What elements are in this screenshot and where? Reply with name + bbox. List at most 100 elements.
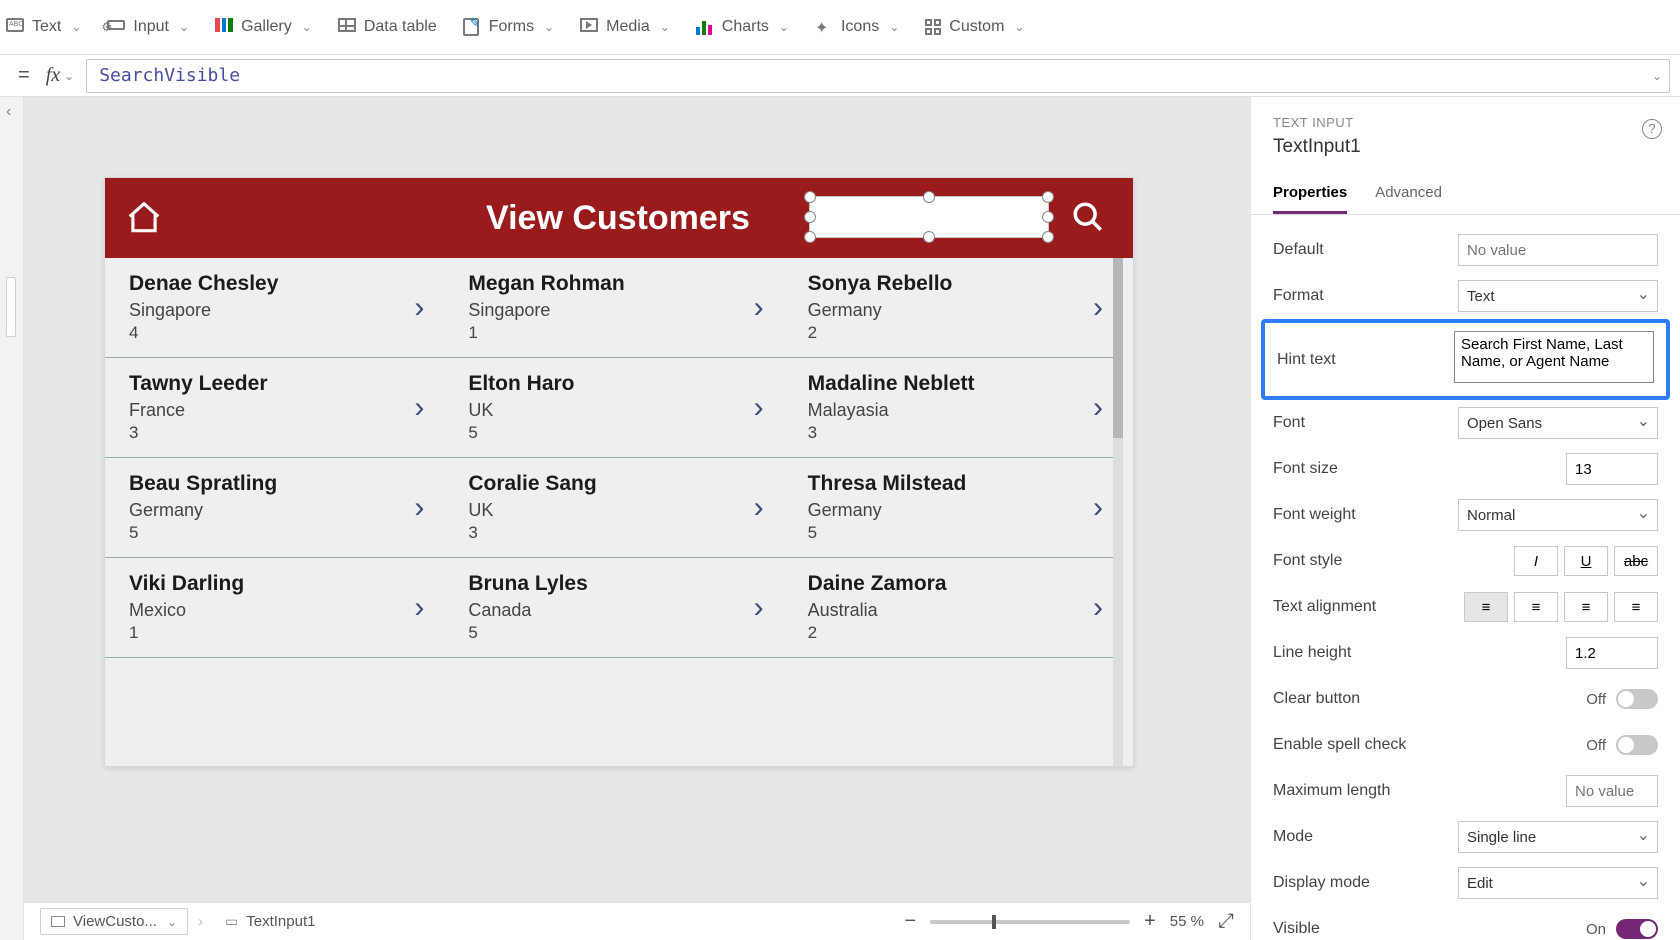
prop-fontweight-select[interactable]: [1458, 499, 1658, 531]
chevron-right-icon[interactable]: ›: [414, 491, 424, 525]
prop-fontsize-input[interactable]: [1566, 453, 1658, 485]
prop-hinttext-input[interactable]: [1454, 331, 1654, 383]
prop-fontsize-label: Font size: [1273, 460, 1458, 478]
gallery-row: Viki Darling Mexico 1 › Bruna Lyles Cana…: [105, 558, 1123, 658]
chevron-down-icon: ⌄: [1014, 20, 1024, 34]
ribbon-forms-label: Forms: [489, 18, 534, 36]
prop-lineheight-input[interactable]: [1566, 637, 1658, 669]
ribbon-text[interactable]: Text⌄: [6, 18, 81, 36]
chevron-right-icon[interactable]: ›: [1093, 491, 1103, 525]
fit-to-window-button[interactable]: ⤢: [1218, 910, 1234, 933]
customer-name: Thresa Milstead: [808, 472, 1093, 496]
gallery-item[interactable]: Tawny Leeder France 3 ›: [105, 358, 444, 457]
zoom-out-button[interactable]: −: [904, 910, 916, 933]
ribbon-charts[interactable]: Charts⌄: [696, 18, 789, 36]
scrollbar[interactable]: [1113, 258, 1123, 766]
chevron-right-icon[interactable]: ›: [414, 391, 424, 425]
gallery-item[interactable]: Sonya Rebello Germany 2 ›: [784, 258, 1123, 357]
text-icon: [6, 18, 24, 32]
gallery-item[interactable]: Madaline Neblett Malayasia 3 ›: [784, 358, 1123, 457]
gallery-item[interactable]: Coralie Sang UK 3 ›: [444, 458, 783, 557]
ribbon-icons[interactable]: ✦ Icons⌄: [815, 18, 899, 36]
align-left-button[interactable]: ≡: [1464, 592, 1508, 622]
underline-button[interactable]: U: [1564, 546, 1608, 576]
chevron-right-icon[interactable]: ›: [754, 391, 764, 425]
chevron-down-icon: ⌄: [660, 20, 670, 34]
chevron-right-icon[interactable]: ›: [754, 491, 764, 525]
customer-name: Elton Haro: [468, 372, 753, 396]
control-name: TextInput1: [1273, 136, 1658, 158]
media-icon: [580, 18, 598, 32]
breadcrumb-control[interactable]: ▭ TextInput1: [225, 913, 315, 930]
zoom-in-button[interactable]: +: [1144, 910, 1156, 933]
prop-visible-toggle[interactable]: [1616, 919, 1658, 939]
tree-view-rail[interactable]: [0, 97, 24, 940]
gallery-item[interactable]: Thresa Milstead Germany 5 ›: [784, 458, 1123, 557]
prop-clear-state: Off: [1586, 691, 1606, 708]
screen-icon: [51, 916, 65, 927]
align-right-button[interactable]: ≡: [1564, 592, 1608, 622]
expand-formula-icon[interactable]: ⌄: [1652, 69, 1662, 83]
tab-advanced[interactable]: Advanced: [1375, 176, 1442, 214]
ribbon-gallery[interactable]: Gallery⌄: [215, 18, 312, 36]
chevron-right-icon[interactable]: ›: [1093, 591, 1103, 625]
prop-mode-select[interactable]: [1458, 821, 1658, 853]
chevron-right-icon[interactable]: ›: [414, 291, 424, 325]
customer-number: 4: [129, 323, 414, 343]
breadcrumb-screen[interactable]: ViewCusto... ⌄: [40, 908, 188, 935]
gallery-item[interactable]: Beau Spratling Germany 5 ›: [105, 458, 444, 557]
canvas[interactable]: View Customers Denae Chesley Singapore 4…: [24, 97, 1250, 940]
tab-properties[interactable]: Properties: [1273, 176, 1347, 214]
customer-gallery[interactable]: Denae Chesley Singapore 4 › Megan Rohman…: [105, 258, 1123, 766]
gallery-item[interactable]: Viki Darling Mexico 1 ›: [105, 558, 444, 657]
gallery-item[interactable]: Daine Zamora Australia 2 ›: [784, 558, 1123, 657]
prop-format-select[interactable]: [1458, 280, 1658, 312]
customer-name: Viki Darling: [129, 572, 414, 596]
chevron-right-icon[interactable]: ›: [754, 591, 764, 625]
prop-spell-toggle[interactable]: [1616, 735, 1658, 755]
prop-visible-label: Visible: [1273, 920, 1458, 938]
ribbon-charts-label: Charts: [722, 18, 769, 36]
app-header: View Customers: [105, 178, 1133, 258]
prop-maxlen-input[interactable]: [1566, 775, 1658, 807]
selected-textinput[interactable]: [809, 196, 1049, 238]
ribbon-forms[interactable]: Forms⌄: [463, 18, 554, 36]
search-icon[interactable]: [1071, 200, 1105, 234]
customer-country: Mexico: [129, 600, 414, 621]
ribbon-input[interactable]: ⚙ Input⌄: [107, 18, 189, 36]
ribbon-media[interactable]: Media⌄: [580, 18, 670, 36]
insert-ribbon: Text⌄ ⚙ Input⌄ Gallery⌄ Data table Forms…: [0, 0, 1680, 55]
prop-clear-toggle[interactable]: [1616, 689, 1658, 709]
strike-button[interactable]: abc: [1614, 546, 1658, 576]
chevron-right-icon[interactable]: ›: [414, 591, 424, 625]
fx-icon[interactable]: fx: [46, 64, 60, 87]
gallery-item[interactable]: Megan Rohman Singapore 1 ›: [444, 258, 783, 357]
chevron-right-icon[interactable]: ›: [1093, 291, 1103, 325]
gallery-icon: [215, 18, 233, 36]
prop-font-select[interactable]: [1458, 407, 1658, 439]
chevron-right-icon[interactable]: ›: [754, 291, 764, 325]
prop-spell-state: Off: [1586, 737, 1606, 754]
prop-fontweight-label: Font weight: [1273, 506, 1458, 524]
prop-default-input[interactable]: [1458, 234, 1658, 266]
ribbon-datatable[interactable]: Data table: [338, 18, 437, 36]
gallery-item[interactable]: Bruna Lyles Canada 5 ›: [444, 558, 783, 657]
prop-align-buttons: ≡ ≡ ≡ ≡: [1458, 592, 1658, 622]
customer-number: 1: [468, 323, 753, 343]
customer-number: 3: [468, 523, 753, 543]
gallery-item[interactable]: Elton Haro UK 5 ›: [444, 358, 783, 457]
help-icon[interactable]: ?: [1642, 119, 1662, 139]
customer-number: 5: [468, 623, 753, 643]
zoom-slider[interactable]: [930, 920, 1130, 924]
align-center-button[interactable]: ≡: [1514, 592, 1558, 622]
ribbon-custom[interactable]: Custom⌄: [925, 18, 1024, 36]
italic-button[interactable]: I: [1514, 546, 1558, 576]
gallery-item[interactable]: Denae Chesley Singapore 4 ›: [105, 258, 444, 357]
align-justify-button[interactable]: ≡: [1614, 592, 1658, 622]
formula-input[interactable]: [86, 59, 1670, 93]
prop-display-select[interactable]: [1458, 867, 1658, 899]
chevron-down-icon[interactable]: ⌄: [64, 69, 74, 83]
customer-name: Denae Chesley: [129, 272, 414, 296]
ribbon-gallery-label: Gallery: [241, 18, 292, 36]
chevron-right-icon[interactable]: ›: [1093, 391, 1103, 425]
